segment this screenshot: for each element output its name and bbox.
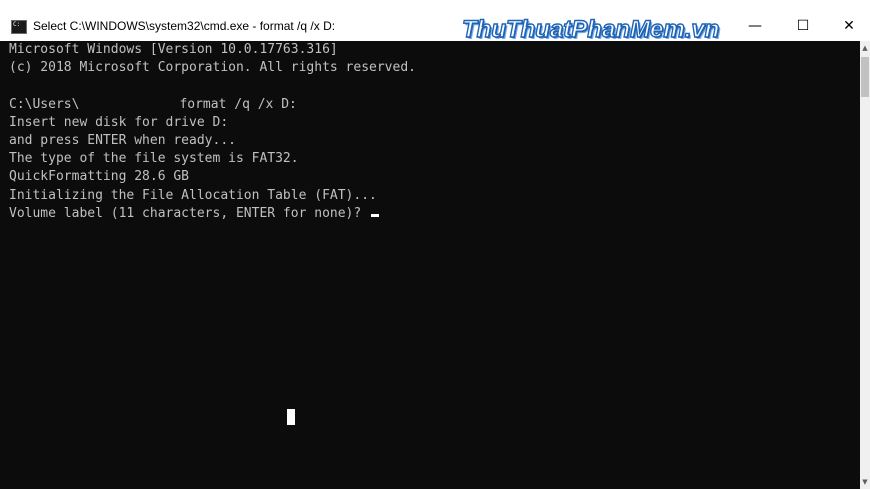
watermark-logo: ThuThuatPhanMem.vn [461, 16, 720, 43]
console-line: and press ENTER when ready... [9, 132, 236, 148]
cmd-icon[interactable]: C: [11, 20, 27, 34]
console-output[interactable]: Microsoft Windows [Version 10.0.17763.31… [9, 41, 860, 489]
vertical-scrollbar[interactable]: ▲ ▼ [860, 41, 870, 489]
prompt-glyph: C: [13, 21, 21, 28]
console-line: Initializing the File Allocation Table (… [9, 187, 377, 203]
console-line: (c) 2018 Microsoft Corporation. All righ… [9, 60, 416, 76]
console-line: QuickFormatting 28.6 GB [9, 169, 190, 185]
prompt-line[interactable]: Volume label (11 characters, ENTER for n… [9, 205, 860, 223]
close-button[interactable]: ✕ [826, 10, 870, 41]
console-line: The type of the file system is FAT32. [9, 151, 299, 167]
mouse-cursor-icon [287, 409, 295, 425]
minimize-button[interactable]: — [732, 10, 778, 41]
console-line: Insert new disk for drive D: [9, 114, 229, 130]
scroll-up-icon[interactable]: ▲ [860, 41, 870, 55]
console-line: Microsoft Windows [Version 10.0.17763.31… [9, 42, 338, 57]
command-line: C:\Users\ format /q /x D: [9, 96, 860, 114]
scroll-thumb[interactable] [861, 57, 869, 97]
cmd-window: C: Select C:\WINDOWS\system32\cmd.exe - … [0, 0, 870, 489]
command-text: format /q /x D: [179, 96, 297, 112]
volume-label-prompt: Volume label (11 characters, ENTER for n… [9, 205, 370, 221]
text-cursor [371, 213, 380, 217]
command-prefix: C:\Users\ [9, 96, 80, 112]
redacted-username [79, 96, 180, 112]
maximize-button[interactable]: ☐ [780, 10, 826, 41]
window-title: Select C:\WINDOWS\system32\cmd.exe - for… [33, 19, 336, 33]
scroll-down-icon[interactable]: ▼ [860, 475, 870, 489]
title-bar[interactable]: C: Select C:\WINDOWS\system32\cmd.exe - … [0, 0, 870, 43]
